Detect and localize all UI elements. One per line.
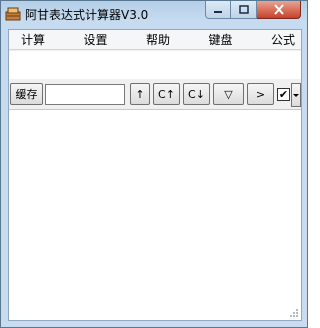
maximize-button[interactable] (231, 1, 257, 19)
c-up-button[interactable]: C↑ (153, 83, 180, 105)
menu-keyboard[interactable]: 键盘 (208, 31, 232, 48)
menu-calculate[interactable]: 计算 (21, 31, 45, 48)
menu-settings[interactable]: 设置 (83, 31, 107, 48)
chevron-down-icon (293, 94, 299, 97)
menu-help[interactable]: 帮助 (146, 31, 170, 48)
next-button[interactable]: > (247, 83, 274, 105)
app-window: 阿甘表达式计算器V3.0 计算 设置 帮助 键盘 公式 缓存 ↑ C↑ C↓ ▽… (0, 0, 308, 328)
cache-button[interactable]: 缓存 (10, 83, 43, 105)
c-down-button[interactable]: C↓ (183, 83, 210, 105)
close-button[interactable] (257, 1, 301, 19)
caption-buttons (205, 1, 301, 19)
client-area: 计算 设置 帮助 键盘 公式 缓存 ↑ C↑ C↓ ▽ > ✔ (8, 29, 302, 321)
option-checkbox[interactable]: ✔ (277, 88, 290, 101)
result-area[interactable] (9, 109, 301, 320)
menu-formula[interactable]: 公式 (271, 31, 295, 48)
expression-area[interactable] (9, 51, 301, 79)
dropdown-button[interactable] (291, 83, 301, 107)
menu-bar: 计算 设置 帮助 键盘 公式 (9, 30, 301, 50)
cache-input[interactable] (45, 84, 125, 105)
expand-button[interactable]: ▽ (213, 83, 244, 105)
toolbar: 缓存 ↑ C↑ C↓ ▽ > ✔ (9, 81, 301, 109)
maximize-icon (238, 4, 249, 14)
window-title: 阿甘表达式计算器V3.0 (25, 8, 149, 22)
close-icon (273, 4, 284, 15)
minimize-icon (214, 10, 222, 13)
up-button[interactable]: ↑ (130, 83, 150, 105)
abacus-icon (5, 7, 21, 21)
resize-grip-icon[interactable] (289, 308, 299, 318)
title-bar[interactable]: 阿甘表达式计算器V3.0 (1, 1, 307, 29)
minimize-button[interactable] (205, 1, 231, 19)
